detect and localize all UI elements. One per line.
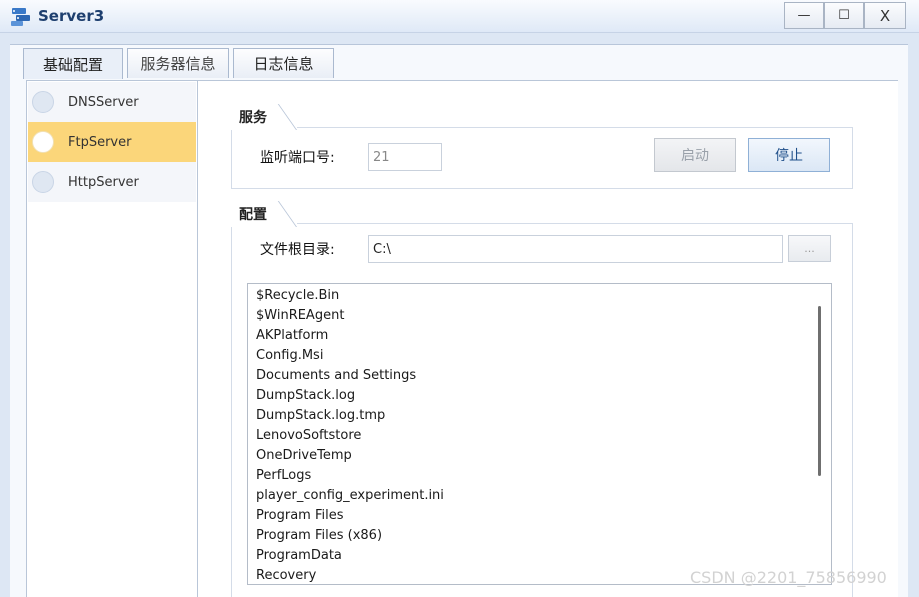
list-item[interactable]: $WinREAgent [256,308,344,328]
server-list: DNSServer FtpServer HttpServer [26,80,198,597]
tab-label: 服务器信息 [140,55,216,73]
window-title: Server3 [38,7,105,25]
minimize-icon: — [797,8,811,23]
list-item[interactable]: LenovoSoftstore [256,428,361,448]
minimize-button[interactable]: — [784,2,824,29]
server-item-ftp[interactable]: FtpServer [28,122,196,162]
server-status-icon [32,171,54,193]
tab-basic-config[interactable]: 基础配置 [23,48,123,79]
title-bar: Server3 — ☐ X [0,0,919,33]
watermark: CSDN @2201_75856990 [690,568,887,587]
port-field[interactable]: 21 [368,143,442,171]
list-item[interactable]: DumpStack.log [256,388,355,408]
tab-server-info[interactable]: 服务器信息 [127,48,229,78]
browse-button[interactable]: ... [788,235,831,262]
port-label: 监听端口号: [260,150,335,166]
server-item-dns[interactable]: DNSServer [28,82,196,122]
server-item-label: FtpServer [68,134,132,150]
list-item[interactable]: player_config_experiment.ini [256,488,444,508]
list-item[interactable]: Program Files [256,508,344,528]
list-item[interactable]: Config.Msi [256,348,323,368]
server-status-icon [32,131,54,153]
stop-button-label: 停止 [775,148,803,164]
root-dir-field[interactable]: C:\ [368,235,783,263]
tab-label: 基础配置 [42,55,103,74]
browse-label: ... [804,242,815,255]
close-button[interactable]: X [864,2,906,29]
tab-log-info[interactable]: 日志信息 [233,48,334,78]
close-icon: X [879,6,891,25]
list-item[interactable]: AKPlatform [256,328,328,348]
scrollbar-thumb[interactable] [818,306,821,476]
list-item[interactable]: $Recycle.Bin [256,288,339,308]
list-item[interactable]: Program Files (x86) [256,528,382,548]
server-status-icon [32,91,54,113]
service-group-title: 服务 [231,104,297,130]
start-button-label: 启动 [681,148,709,164]
root-dir-value: C:\ [373,241,391,257]
maximize-button[interactable]: ☐ [824,2,864,29]
server-item-http[interactable]: HttpServer [28,162,196,202]
server-item-label: HttpServer [68,174,139,190]
server-app-icon [11,8,30,26]
config-group-title: 配置 [231,201,297,227]
file-list[interactable]: $Recycle.Bin $WinREAgent AKPlatform Conf… [247,283,832,585]
port-value: 21 [373,149,390,165]
stop-button[interactable]: 停止 [748,138,830,172]
list-item[interactable]: Documents and Settings [256,368,416,388]
list-item[interactable]: PerfLogs [256,468,311,488]
tab-label: 日志信息 [253,55,314,73]
root-dir-label: 文件根目录: [260,242,335,258]
list-item[interactable]: Recovery [256,568,316,584]
server-item-label: DNSServer [68,94,139,110]
list-item[interactable]: OneDriveTemp [256,448,352,468]
list-item[interactable]: DumpStack.log.tmp [256,408,385,428]
list-item[interactable]: ProgramData [256,548,342,568]
maximize-icon: ☐ [838,8,850,23]
start-button[interactable]: 启动 [654,138,736,172]
